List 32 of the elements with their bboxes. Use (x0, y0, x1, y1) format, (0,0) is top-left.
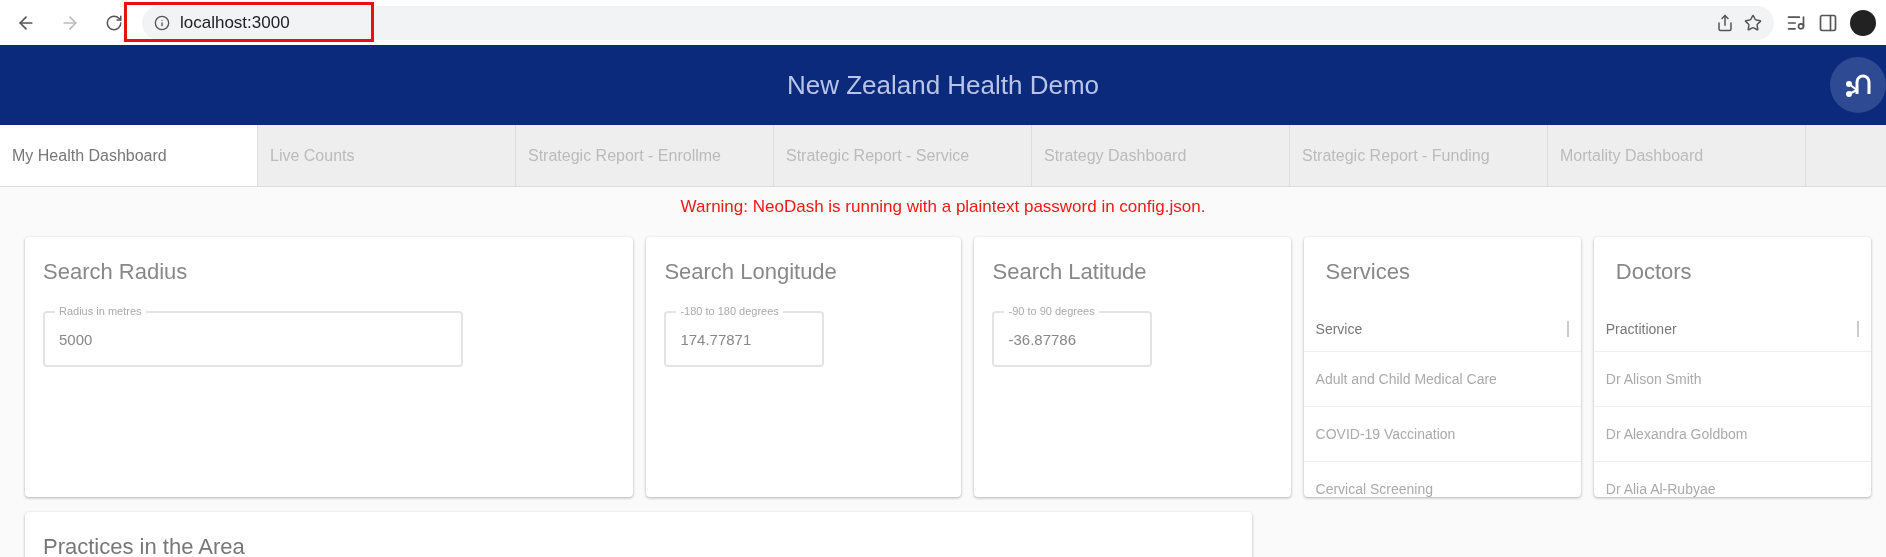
card-title: Practices in the Area (43, 534, 246, 557)
card-title: Search Radius (43, 259, 189, 285)
card-title: Search Latitude (992, 259, 1148, 285)
table-cell: Adult and Child Medical Care (1303, 352, 1581, 407)
app-title: New Zealand Health Demo (786, 69, 1100, 101)
card-title: Services (1324, 259, 1411, 285)
field-value: -36.87786 (1008, 330, 1077, 348)
info-icon (154, 14, 170, 31)
table-cell: Dr Alia Al-Rubyae (1593, 462, 1871, 497)
field-label: -90 to 90 degrees (1004, 305, 1099, 317)
logo-button[interactable] (1830, 57, 1886, 113)
table-cell: Cervical Screening (1303, 462, 1581, 497)
share-icon[interactable] (1716, 13, 1734, 32)
warning-message: Warning: NeoDash is running with a plaintext password in config.json. (679, 197, 1207, 217)
avatar[interactable] (1850, 9, 1876, 36)
field-value: 5000 (59, 330, 93, 348)
column-header[interactable]: Practitioner (1593, 307, 1871, 352)
address-bar[interactable]: localhost:3000 (142, 5, 1774, 40)
reload-icon[interactable] (105, 13, 123, 32)
card-title: Doctors (1614, 259, 1693, 285)
table-cell: Dr Alexandra Goldbom (1593, 407, 1871, 462)
star-icon[interactable] (1744, 13, 1762, 32)
field-value: 174.77871 (680, 330, 752, 348)
table-cell: Dr Alison Smith (1593, 352, 1871, 407)
table-cell: COVID-19 Vaccination (1303, 407, 1581, 462)
field-label: Radius in metres (55, 305, 146, 317)
column-header[interactable]: Service (1303, 307, 1581, 352)
field-label: -180 to 180 degrees (676, 305, 783, 317)
card-title: Search Longitude (664, 259, 838, 285)
side-panel-icon[interactable] (1818, 12, 1838, 33)
dashboard-tab[interactable]: My Health Dashboard (0, 125, 258, 186)
address-text: localhost:3000 (180, 12, 290, 33)
